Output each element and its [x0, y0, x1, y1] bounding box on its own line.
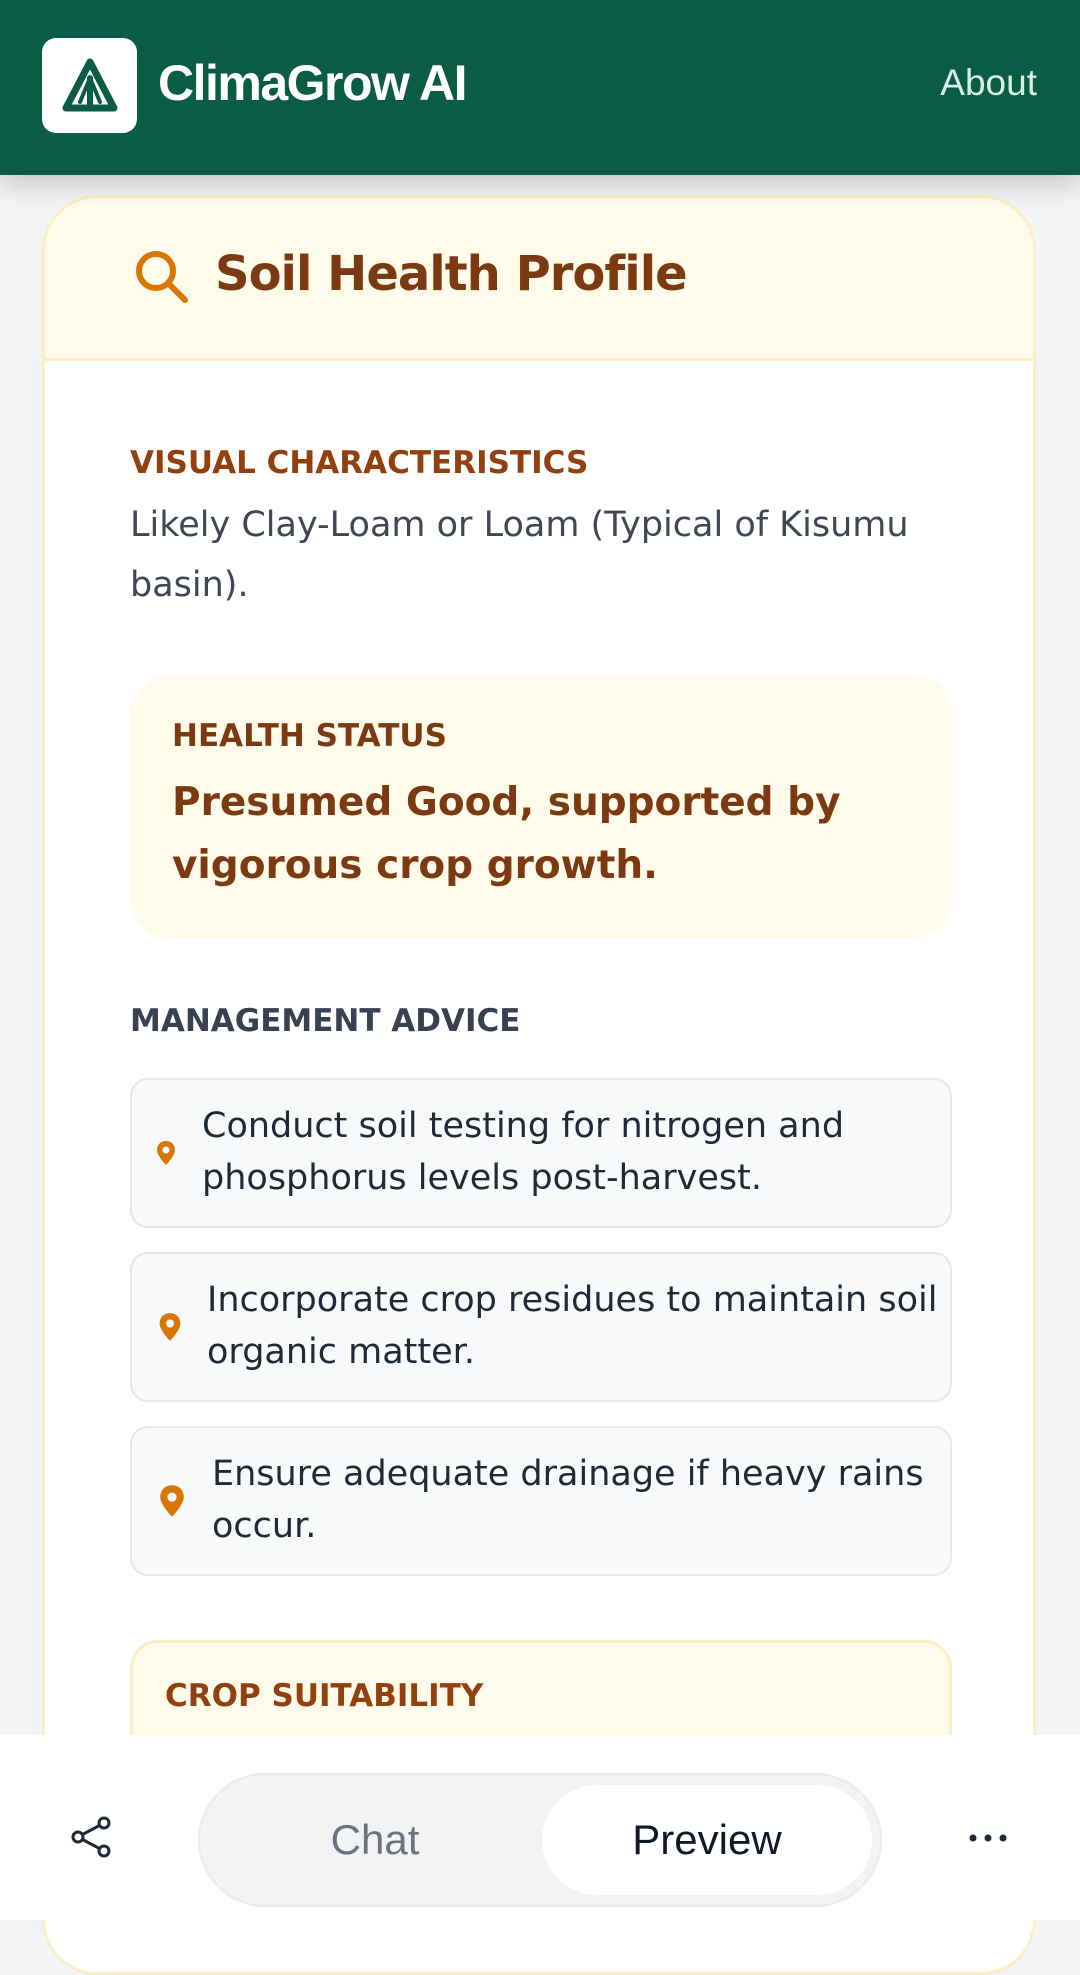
app-logo[interactable]: [42, 38, 137, 133]
advice-text-line2: organic matter.: [207, 1332, 475, 1372]
advice-text-line1: Ensure adequate drainage if heavy rains: [212, 1454, 924, 1494]
app-header: ClimaGrow AI About: [0, 0, 1080, 175]
share-icon[interactable]: [70, 1815, 114, 1859]
triangle-leaf-logo-icon: [62, 58, 117, 111]
advice-text-line1: Incorporate crop residues to maintain so…: [207, 1280, 938, 1320]
health-status-value-line2: vigorous crop growth.: [172, 843, 658, 888]
app-brand-name: ClimaGrow AI: [158, 55, 467, 111]
visual-characteristics-text-line2: basin).: [130, 565, 249, 605]
map-pin-icon: [157, 1141, 175, 1165]
crop-suitability-label: CROP SUITABILITY: [165, 1678, 484, 1714]
map-pin-icon: [160, 1485, 184, 1517]
tab-chat[interactable]: Chat: [200, 1775, 550, 1905]
search-icon: [136, 251, 188, 303]
view-toggle: Chat Preview: [198, 1773, 882, 1907]
list-item: Conduct soil testing for nitrogen and ph…: [130, 1078, 952, 1228]
health-status-value-line1: Presumed Good, supported by: [172, 780, 841, 825]
management-advice-label: MANAGEMENT ADVICE: [130, 1003, 521, 1039]
more-dots-icon[interactable]: [968, 1833, 1008, 1843]
advice-text-line2: phosphorus levels post-harvest.: [202, 1158, 762, 1198]
health-status-box: HEALTH STATUS Presumed Good, supported b…: [130, 676, 952, 938]
list-item: Incorporate crop residues to maintain so…: [130, 1252, 952, 1402]
soil-health-card: Soil Health Profile VISUAL CHARACTERISTI…: [42, 195, 1036, 1975]
visual-characteristics-text-line1: Likely Clay-Loam or Loam (Typical of Kis…: [130, 505, 909, 545]
about-link[interactable]: About: [940, 62, 1037, 104]
health-status-label: HEALTH STATUS: [172, 718, 447, 754]
tab-preview[interactable]: Preview: [542, 1785, 872, 1895]
advice-text-line1: Conduct soil testing for nitrogen and: [202, 1106, 845, 1146]
card-title: Soil Health Profile: [215, 246, 688, 302]
advice-text-line2: occur.: [212, 1506, 317, 1546]
list-item: Ensure adequate drainage if heavy rains …: [130, 1426, 952, 1576]
bottom-toolbar: Chat Preview: [0, 1735, 1080, 1920]
visual-characteristics-label: VISUAL CHARACTERISTICS: [130, 445, 589, 481]
card-header: Soil Health Profile: [45, 198, 1033, 361]
map-pin-icon: [159, 1313, 181, 1341]
